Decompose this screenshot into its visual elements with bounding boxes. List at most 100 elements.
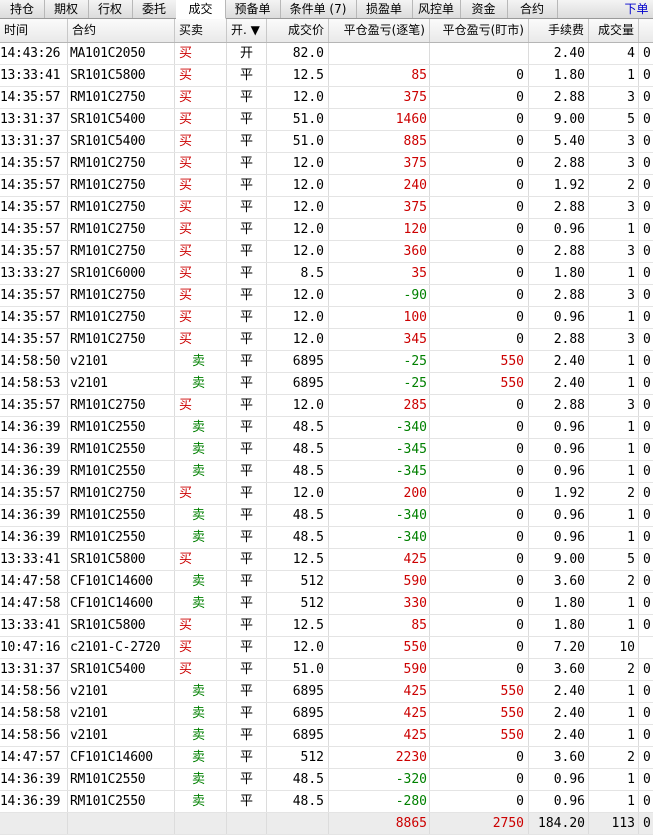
- table-row[interactable]: 14:35:57 RM101C2750 买平 12.0 285 0 2.88 3 0: [0, 395, 653, 417]
- trade-extra: 0: [643, 46, 651, 61]
- trade-pnl-each: -345: [329, 461, 430, 482]
- table-row[interactable]: 14:58:50 v2101 卖平 6895 -25 550 2.40 1 0: [0, 351, 653, 373]
- trade-pnl-mark: 0: [430, 131, 529, 152]
- table-row[interactable]: 14:35:57 RM101C2750 买平 12.0 345 0 2.88 3 0: [0, 329, 653, 351]
- table-row[interactable]: 13:31:37 SR101C5400 买平 51.0 590 0 3.60 2 0: [0, 659, 653, 681]
- trade-time: 10:47:16: [0, 637, 68, 658]
- trade-side: 买: [175, 175, 227, 196]
- trade-extra: 0: [643, 530, 651, 545]
- table-row[interactable]: 14:36:39 RM101C2550 卖平 48.5 -345 0 0.96 1 0: [0, 461, 653, 483]
- table-row[interactable]: 14:36:39 RM101C2550 卖平 48.5 -340 0 0.96 1 0: [0, 527, 653, 549]
- tab-2[interactable]: 行权: [88, 0, 133, 18]
- column-header-open-close[interactable]: 开. ▼: [227, 19, 267, 42]
- tab-0[interactable]: 持仓: [0, 0, 45, 18]
- table-row[interactable]: 14:36:39 RM101C2550 卖平 48.5 -345 0 0.96 1 0: [0, 439, 653, 461]
- tab-5[interactable]: 预备单: [225, 0, 281, 18]
- trade-volume: 5: [589, 549, 639, 570]
- tab-1[interactable]: 期权: [44, 0, 89, 18]
- trade-volume: 1: [589, 703, 639, 724]
- trade-volume: 1: [589, 505, 639, 526]
- trade-pnl-each: -340: [329, 527, 430, 548]
- column-header-price[interactable]: 成交价: [267, 19, 329, 42]
- trade-volume: 3: [589, 197, 639, 218]
- tab-10[interactable]: 合约: [507, 0, 558, 18]
- trade-fee: 0.96: [529, 769, 589, 790]
- table-row[interactable]: 14:43:26 MA101C2050 买开 82.0 2.40 4 0: [0, 43, 653, 65]
- column-header-contract[interactable]: 合约: [68, 19, 175, 42]
- place-order-link[interactable]: 下单: [620, 0, 653, 18]
- table-row[interactable]: 14:58:56 v2101 卖平 6895 425 550 2.40 1 0: [0, 681, 653, 703]
- trade-side: 买: [175, 263, 227, 284]
- trade-extra: 0: [643, 772, 651, 787]
- trade-price: 51.0: [267, 109, 329, 130]
- column-header-pnl-mark[interactable]: 平仓盈亏(盯市): [430, 19, 529, 42]
- column-header-side[interactable]: 买卖: [175, 19, 227, 42]
- column-header-volume[interactable]: 成交量: [589, 19, 639, 42]
- trade-contract: SR101C5800: [68, 65, 175, 86]
- trade-contract: RM101C2750: [68, 329, 175, 350]
- trade-volume: 1: [589, 615, 639, 636]
- trade-contract: SR101C5400: [68, 131, 175, 152]
- trade-side: 买: [175, 131, 227, 152]
- trade-price: 6895: [267, 725, 329, 746]
- trade-pnl-each: 120: [329, 219, 430, 240]
- trade-price: 12.5: [267, 549, 329, 570]
- trade-open-close: 平: [227, 593, 267, 614]
- table-row[interactable]: 14:35:57 RM101C2750 买平 12.0 -90 0 2.88 3 0: [0, 285, 653, 307]
- trade-pnl-mark: 0: [430, 285, 529, 306]
- table-row[interactable]: 14:35:57 RM101C2750 买平 12.0 375 0 2.88 3 0: [0, 153, 653, 175]
- table-row[interactable]: 10:47:16 c2101-C-2720 买平 12.0 550 0 7.20 10: [0, 637, 653, 659]
- trade-time: 14:35:57: [0, 153, 68, 174]
- trade-pnl-each: -345: [329, 439, 430, 460]
- tab-7[interactable]: 损盈单: [356, 0, 413, 18]
- table-row[interactable]: 13:33:27 SR101C6000 买平 8.5 35 0 1.80 1 0: [0, 263, 653, 285]
- table-row[interactable]: 14:35:57 RM101C2750 买平 12.0 200 0 1.92 2 0: [0, 483, 653, 505]
- trade-contract: RM101C2750: [68, 395, 175, 416]
- table-row[interactable]: 14:35:57 RM101C2750 买平 12.0 240 0 1.92 2 0: [0, 175, 653, 197]
- trade-open-close: 平: [227, 527, 267, 548]
- column-header-time[interactable]: 时间: [0, 19, 68, 42]
- table-row[interactable]: 14:36:39 RM101C2550 卖平 48.5 -280 0 0.96 1 0: [0, 791, 653, 813]
- table-row[interactable]: 14:47:58 CF101C14600 卖平 512 330 0 1.80 1 0: [0, 593, 653, 615]
- table-row[interactable]: 14:35:57 RM101C2750 买平 12.0 375 0 2.88 3 0: [0, 87, 653, 109]
- tab-9[interactable]: 资金: [460, 0, 508, 18]
- tab-3[interactable]: 委托: [132, 0, 177, 18]
- table-row[interactable]: 13:33:41 SR101C5800 买平 12.5 85 0 1.80 1 0: [0, 65, 653, 87]
- table-row[interactable]: 14:47:58 CF101C14600 卖平 512 590 0 3.60 2 0: [0, 571, 653, 593]
- trade-pnl-each: 425: [329, 549, 430, 570]
- table-row[interactable]: 14:35:57 RM101C2750 买平 12.0 375 0 2.88 3 0: [0, 197, 653, 219]
- summary-fee: 184.20: [529, 813, 589, 834]
- table-row[interactable]: 13:31:37 SR101C5400 买平 51.0 885 0 5.40 3 0: [0, 131, 653, 153]
- trade-contract: RM101C2550: [68, 461, 175, 482]
- table-row[interactable]: 14:35:57 RM101C2750 买平 12.0 100 0 0.96 1 0: [0, 307, 653, 329]
- column-header-extra[interactable]: [639, 19, 653, 42]
- trade-price: 12.0: [267, 175, 329, 196]
- table-row[interactable]: 13:33:41 SR101C5800 买平 12.5 425 0 9.00 5 0: [0, 549, 653, 571]
- table-row[interactable]: 14:35:57 RM101C2750 买平 12.0 120 0 0.96 1 0: [0, 219, 653, 241]
- column-header-fee[interactable]: 手续费: [529, 19, 589, 42]
- summary-blank-contract: [68, 813, 175, 834]
- table-row[interactable]: 14:36:39 RM101C2550 卖平 48.5 -320 0 0.96 1 0: [0, 769, 653, 791]
- trade-contract: v2101: [68, 703, 175, 724]
- trade-pnl-mark: 0: [430, 197, 529, 218]
- table-row[interactable]: 14:58:58 v2101 卖平 6895 425 550 2.40 1 0: [0, 703, 653, 725]
- trade-pnl-each: 85: [329, 615, 430, 636]
- trade-side: 买: [175, 395, 227, 416]
- table-row[interactable]: 14:36:39 RM101C2550 卖平 48.5 -340 0 0.96 1 0: [0, 417, 653, 439]
- tab-4[interactable]: 成交: [176, 0, 226, 19]
- table-row[interactable]: 14:58:56 v2101 卖平 6895 425 550 2.40 1 0: [0, 725, 653, 747]
- trade-pnl-mark: 0: [430, 505, 529, 526]
- tab-6[interactable]: 条件单 (7): [280, 0, 357, 18]
- table-row[interactable]: 14:35:57 RM101C2750 买平 12.0 360 0 2.88 3 0: [0, 241, 653, 263]
- table-row[interactable]: 14:47:57 CF101C14600 卖平 512 2230 0 3.60 2 0: [0, 747, 653, 769]
- table-row[interactable]: 14:36:39 RM101C2550 卖平 48.5 -340 0 0.96 1 0: [0, 505, 653, 527]
- trade-pnl-each: 240: [329, 175, 430, 196]
- column-header-pnl-each[interactable]: 平仓盈亏(逐笔): [329, 19, 430, 42]
- table-row[interactable]: 14:58:53 v2101 卖平 6895 -25 550 2.40 1 0: [0, 373, 653, 395]
- trade-pnl-mark: 0: [430, 175, 529, 196]
- trade-fee: 0.96: [529, 439, 589, 460]
- tab-8[interactable]: 风控单: [412, 0, 461, 18]
- table-row[interactable]: 13:31:37 SR101C5400 买平 51.0 1460 0 9.00 5 0: [0, 109, 653, 131]
- trade-time: 13:33:41: [0, 65, 68, 86]
- table-row[interactable]: 13:33:41 SR101C5800 买平 12.5 85 0 1.80 1 0: [0, 615, 653, 637]
